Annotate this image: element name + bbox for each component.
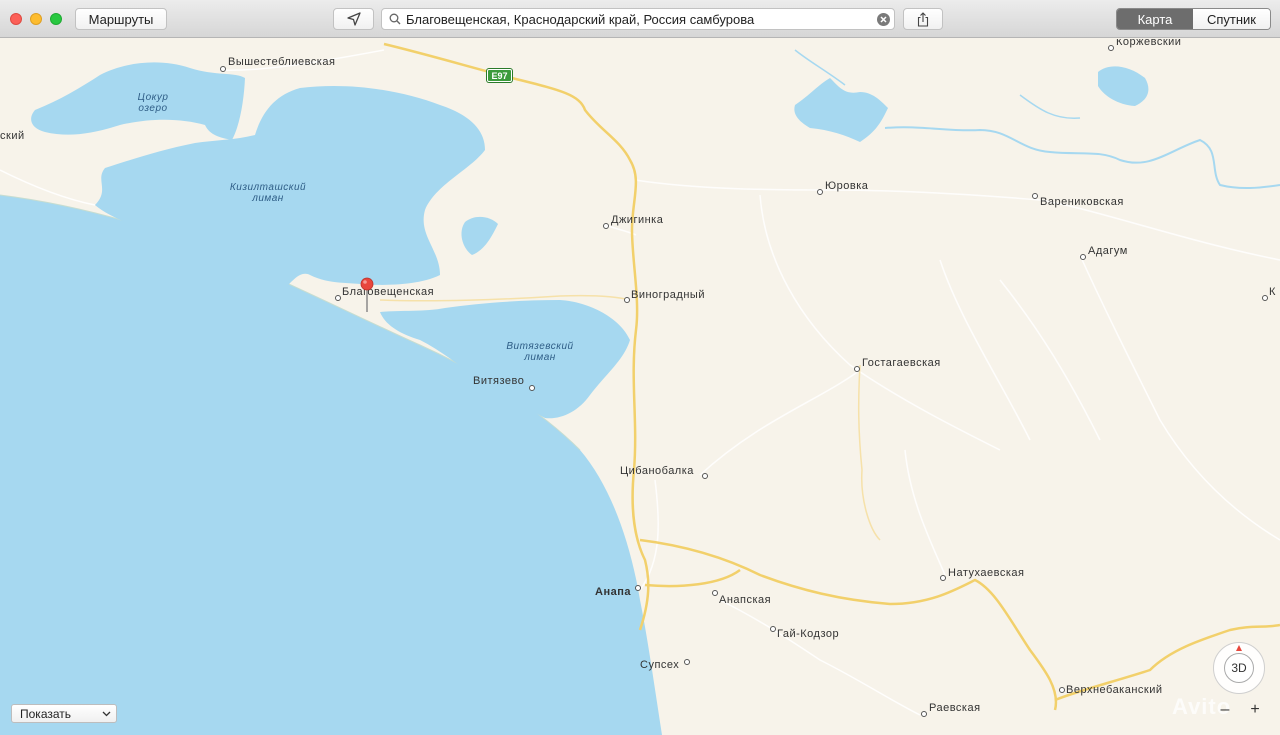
map-type-switch: Карта Спутник (1116, 8, 1271, 30)
place-dot (624, 297, 630, 303)
place-natukhaevskaya[interactable]: Натухаевская (948, 567, 1024, 579)
search-field[interactable]: Благовещенская, Краснодарский край, Росс… (381, 8, 895, 30)
place-skiy[interactable]: ский (0, 130, 25, 142)
place-dot (1262, 295, 1268, 301)
place-yurovka[interactable]: Юровка (825, 180, 868, 192)
place-dot (1059, 687, 1065, 693)
water-label-line: озеро (138, 103, 168, 114)
water-label-line: Кизилташский (229, 182, 307, 193)
zoom-in-button[interactable]: + (1240, 699, 1270, 721)
place-dot (684, 659, 690, 665)
water-label-kiziltash: Кизилташский лиман (226, 182, 310, 204)
place-gai-kodzor[interactable]: Гай-Кодзор (777, 628, 839, 640)
place-anapa[interactable]: Анапа (595, 586, 631, 598)
water-label-line: лиман (252, 193, 284, 204)
3d-button[interactable]: 3D (1224, 653, 1254, 683)
place-dot (770, 626, 776, 632)
zoom-out-button[interactable]: – (1210, 699, 1240, 721)
location-pin-icon[interactable] (360, 277, 374, 313)
chevron-down-icon (102, 711, 111, 717)
place-dot (335, 295, 341, 301)
compass-control[interactable]: 3D (1213, 642, 1265, 694)
current-location-button[interactable] (333, 8, 374, 30)
share-icon (917, 11, 929, 27)
routes-button[interactable]: Маршруты (75, 8, 167, 30)
show-dropdown[interactable]: Показать (11, 704, 117, 723)
place-dot (854, 366, 860, 372)
place-blagoveshchenskaya[interactable]: Благовещенская (342, 286, 434, 298)
place-dot (1080, 254, 1086, 260)
place-dot (529, 385, 535, 391)
place-dzhiginka[interactable]: Джигинка (611, 214, 663, 226)
search-input[interactable]: Благовещенская, Краснодарский край, Росс… (406, 12, 877, 27)
toolbar: Маршруты Благовещенская, Краснодарский к… (0, 0, 1280, 38)
place-dot (940, 575, 946, 581)
place-vinogradny[interactable]: Виноградный (631, 289, 705, 301)
place-dot (1032, 193, 1038, 199)
place-verkhnebakansky[interactable]: Верхнебаканский (1066, 684, 1163, 696)
place-gostagaevskaya[interactable]: Гостагаевская (862, 357, 941, 369)
place-vityazevo[interactable]: Витязево (473, 375, 524, 387)
place-raevskaya[interactable]: Раевская (929, 702, 981, 714)
place-tsibanobalka[interactable]: Цибанобалка (620, 465, 694, 477)
maps-window: Маршруты Благовещенская, Краснодарский к… (0, 0, 1280, 735)
show-dropdown-label: Показать (20, 706, 72, 721)
place-adagum[interactable]: Адагум (1088, 245, 1128, 257)
place-dot (635, 585, 641, 591)
location-arrow-icon (346, 12, 361, 26)
zoom-control: – + (1210, 699, 1270, 721)
water-label-line: Цокур (137, 92, 169, 103)
place-dot (603, 223, 609, 229)
clear-search-icon[interactable] (877, 12, 890, 26)
tab-map[interactable]: Карта (1117, 9, 1193, 29)
water-label-tsokur: Цокур озеро (128, 92, 178, 114)
road-shield-e97: E97 (487, 69, 512, 82)
water-label-vityazev: Витязевский лиман (500, 341, 580, 363)
place-varenikovskaya[interactable]: Варениковская (1040, 196, 1124, 208)
search-icon (389, 13, 401, 25)
map-base (0, 39, 1280, 735)
place-dot (220, 66, 226, 72)
place-korzhevsky[interactable]: Коржевский (1116, 39, 1181, 48)
map-canvas[interactable]: E97 Вышестеблиевская ский Коржевский Юро… (0, 39, 1280, 735)
minimize-window-button[interactable] (30, 13, 42, 25)
share-button[interactable] (903, 8, 943, 30)
close-window-button[interactable] (10, 13, 22, 25)
place-dot (702, 473, 708, 479)
place-supsekh[interactable]: Супсех (640, 659, 679, 671)
place-vyshesteblievskaya[interactable]: Вышестеблиевская (228, 56, 335, 68)
place-dot (1108, 45, 1114, 51)
place-anapskaya[interactable]: Анапская (719, 594, 771, 606)
place-k-cut[interactable]: К (1269, 286, 1276, 298)
place-dot (921, 711, 927, 717)
maximize-window-button[interactable] (50, 13, 62, 25)
place-dot (817, 189, 823, 195)
water-label-line: Витязевский (506, 341, 574, 352)
tab-satellite[interactable]: Спутник (1193, 9, 1270, 29)
water-label-line: лиман (524, 352, 556, 363)
place-dot (712, 590, 718, 596)
